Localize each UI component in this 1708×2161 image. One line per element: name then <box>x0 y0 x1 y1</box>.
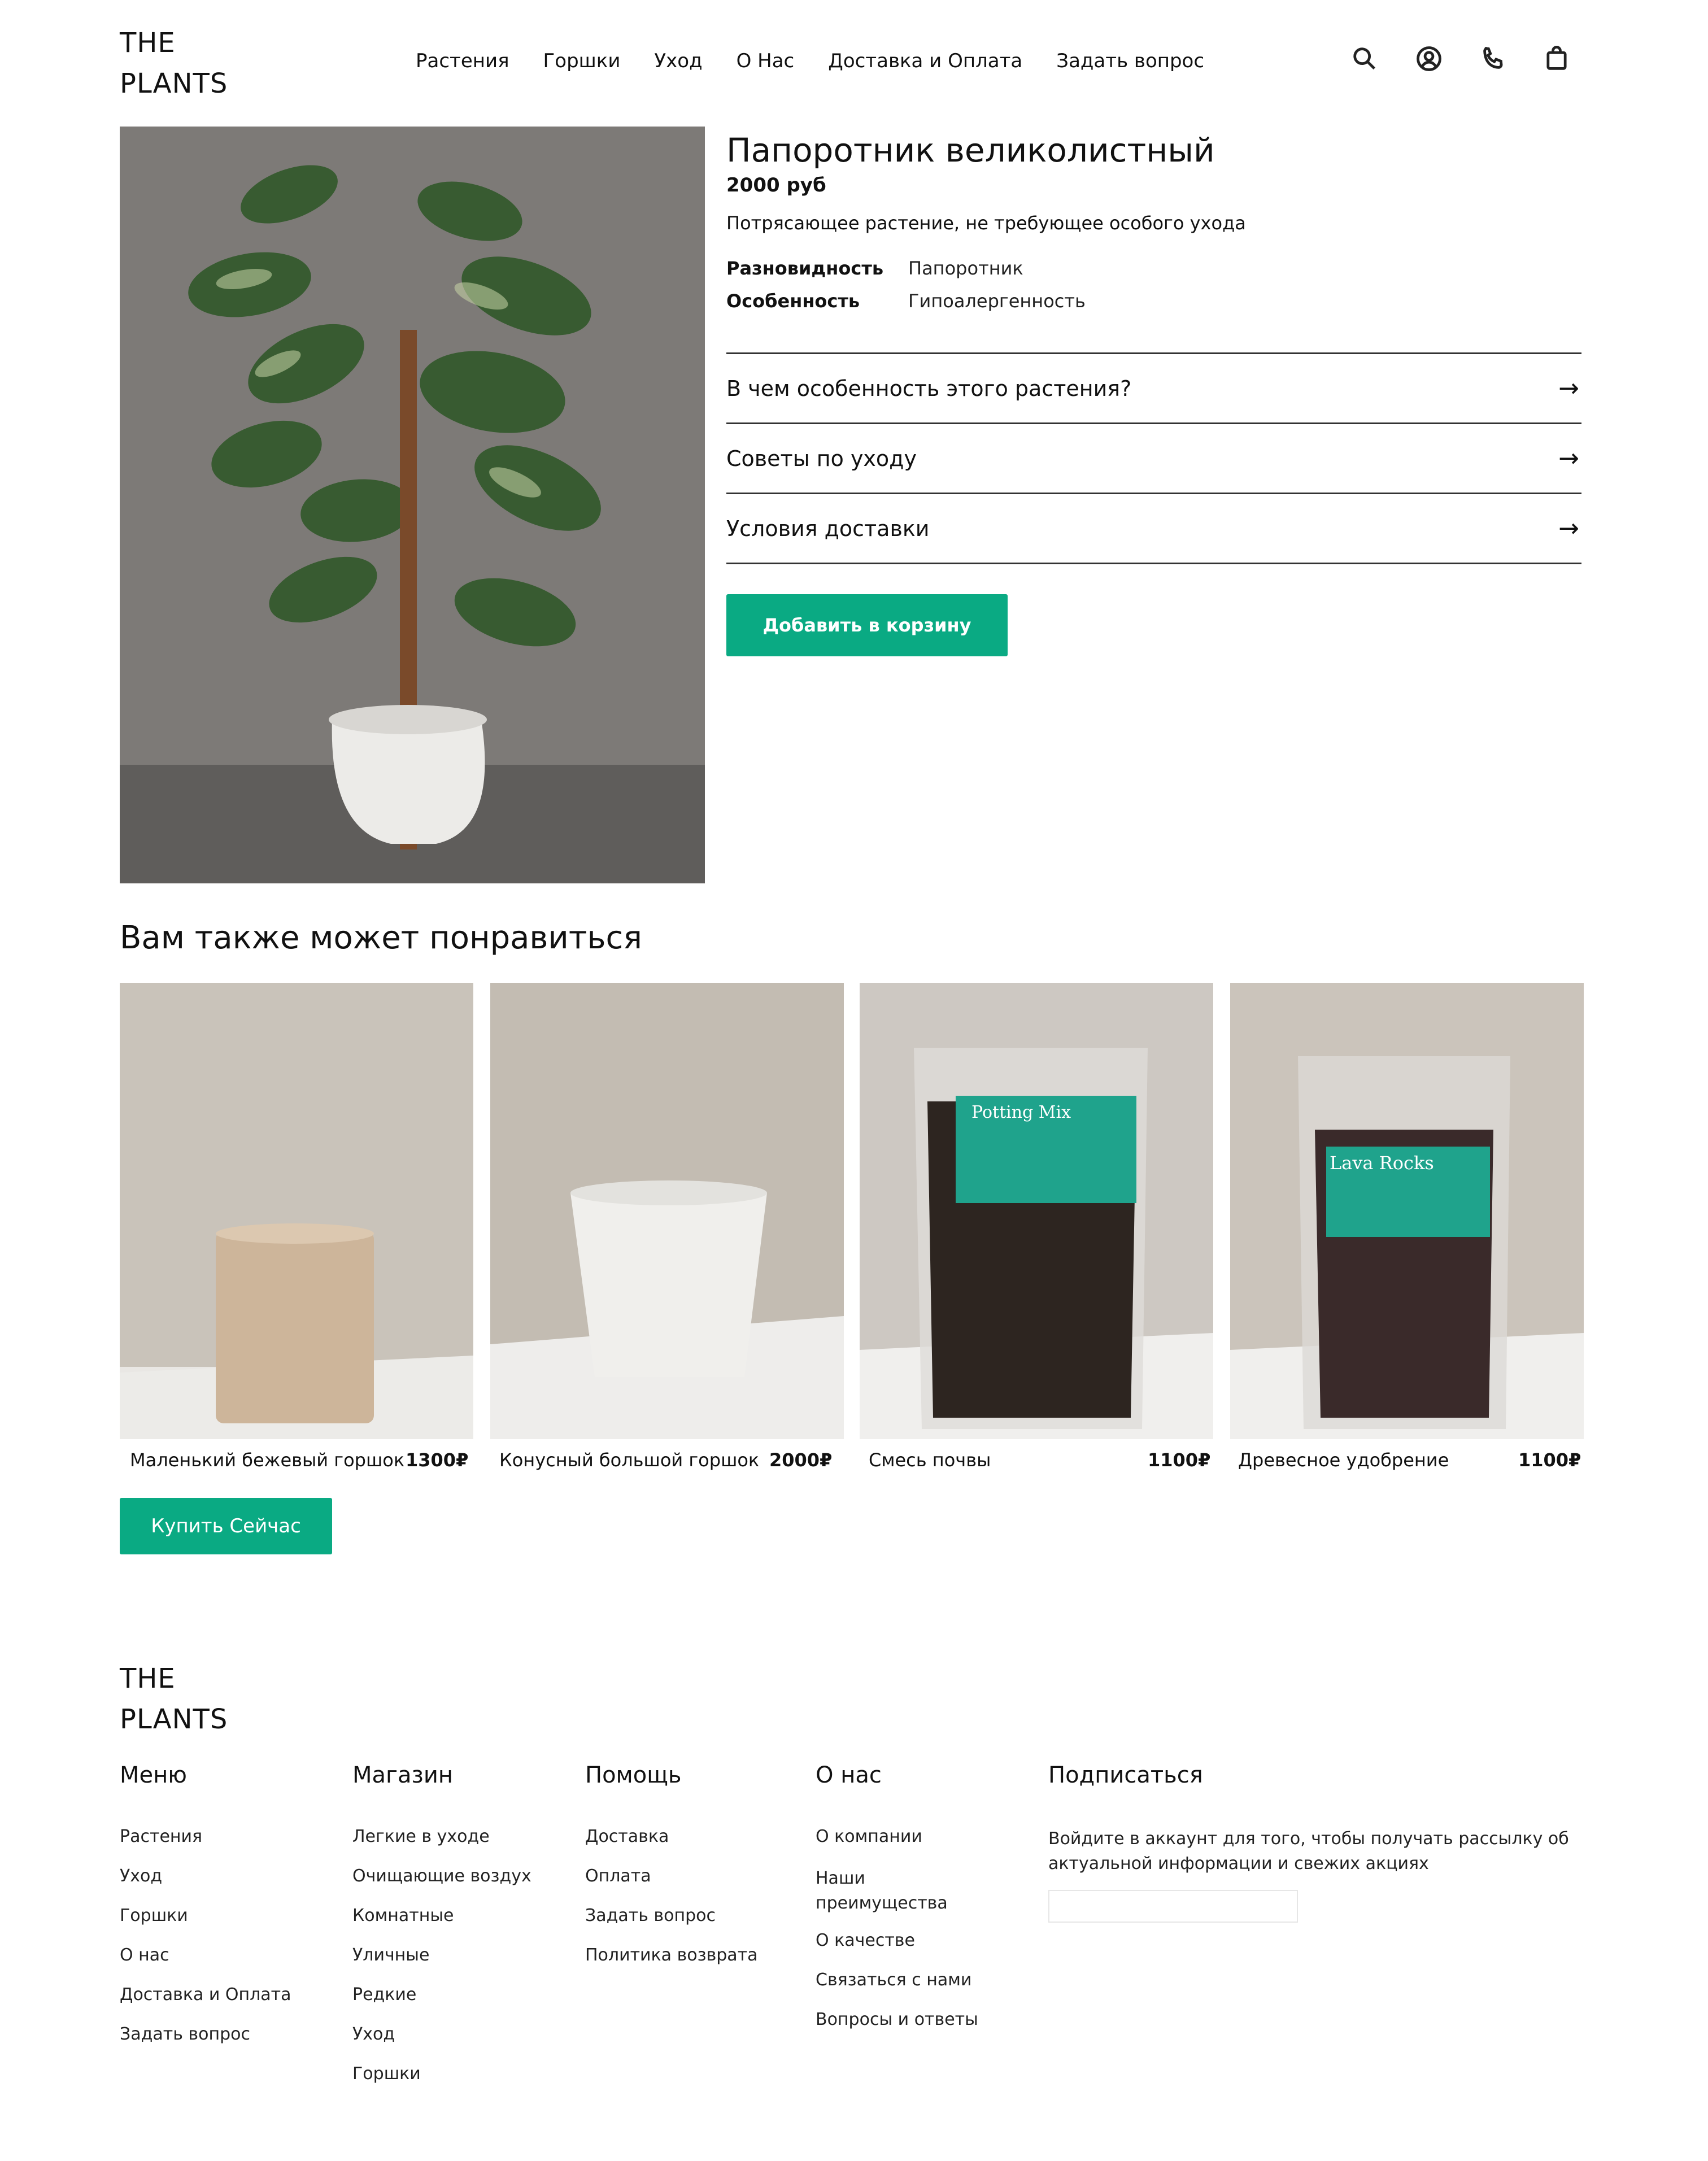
footer-link[interactable]: Доставка и Оплата <box>120 1985 291 2005</box>
footer-link[interactable]: Легкие в уходе <box>352 1827 490 1846</box>
logo-line-2: PLANTS <box>120 1703 228 1735</box>
main-nav: Растения Горшки Уход О Нас Доставка и Оп… <box>416 50 1238 72</box>
logo[interactable]: THE PLANTS <box>120 23 228 104</box>
arrow-right-icon: → <box>1558 374 1579 403</box>
user-icon[interactable] <box>1413 43 1445 75</box>
spec-value: Папоротник <box>908 258 1023 279</box>
product-card-image[interactable]: Potting Mix <box>860 983 1213 1439</box>
footer-link[interactable]: Политика возврата <box>585 1945 758 1965</box>
accordion-delivery[interactable]: Условия доставки → <box>726 493 1581 563</box>
footer-link[interactable]: Комнатные <box>352 1906 454 1925</box>
footer-link[interactable]: Уход <box>120 1866 162 1886</box>
footer-link[interactable]: Растения <box>120 1827 202 1846</box>
footer-link[interactable]: Вопросы и ответы <box>816 2010 978 2029</box>
bag-label: Potting Mix <box>971 1103 1071 1122</box>
search-icon[interactable] <box>1349 43 1380 75</box>
subscribe-text: Войдите в аккаунт для того, чтобы получа… <box>1048 1829 1569 1874</box>
footer-link[interactable]: Задать вопрос <box>120 2024 250 2044</box>
accordion-label: В чем особенность этого растения? <box>726 376 1132 401</box>
spec-key: Разновидность <box>726 258 884 279</box>
product-image <box>120 127 705 883</box>
nav-pots[interactable]: Горшки <box>543 50 621 72</box>
product-card-name[interactable]: Смесь почвы <box>869 1449 991 1471</box>
subscribe-email-input[interactable] <box>1048 1890 1298 1923</box>
nav-about[interactable]: О Нас <box>737 50 795 72</box>
footer-link[interactable]: О компании <box>816 1827 922 1846</box>
spec-value: Гипоалергенность <box>908 290 1086 312</box>
footer-link[interactable]: Горшки <box>120 1906 188 1925</box>
footer-link[interactable]: Горшки <box>352 2064 421 2084</box>
footer-link[interactable]: Очищающие воздух <box>352 1866 531 1886</box>
product-card-name[interactable]: Маленький бежевый горшок <box>130 1449 404 1471</box>
nav-ask[interactable]: Задать вопрос <box>1056 50 1204 72</box>
nav-care[interactable]: Уход <box>654 50 702 72</box>
product-card-image[interactable] <box>490 983 844 1439</box>
logo-line-2: PLANTS <box>120 68 228 99</box>
product-card-price: 1100₽ <box>1518 1449 1581 1471</box>
product-card-price: 1100₽ <box>1148 1449 1211 1471</box>
footer-link[interactable]: Уличные <box>352 1945 429 1965</box>
footer-heading-menu: Меню <box>120 1762 187 1788</box>
spec-feature: Особенность Гипоалергенность <box>726 290 1086 312</box>
spec-variety: Разновидность Папоротник <box>726 258 1023 279</box>
buy-now-button[interactable]: Купить Сейчас <box>120 1498 332 1554</box>
product-card-name[interactable]: Древесное удобрение <box>1238 1449 1449 1471</box>
accordion-divider <box>726 563 1581 564</box>
product-card-price: 1300₽ <box>406 1449 469 1471</box>
logo-line-1: THE <box>120 27 176 59</box>
footer-link[interactable]: Уход <box>352 2024 395 2044</box>
recommendations-title: Вам также может понравиться <box>120 920 642 956</box>
product-card-name[interactable]: Конусный большой горшок <box>499 1449 759 1471</box>
bag-label: Lava Rocks <box>1330 1152 1434 1174</box>
arrow-right-icon: → <box>1558 514 1579 543</box>
footer-link[interactable]: Связаться с нами <box>816 1970 971 1990</box>
footer-link[interactable]: Доставка <box>585 1827 669 1846</box>
add-to-cart-button[interactable]: Добавить в корзину <box>726 594 1008 656</box>
product-card-price: 2000₽ <box>769 1449 833 1471</box>
footer-heading-about: О нас <box>816 1762 882 1788</box>
nav-delivery[interactable]: Доставка и Оплата <box>828 50 1022 72</box>
accordion-care[interactable]: Советы по уходу → <box>726 422 1581 493</box>
spec-key: Особенность <box>726 290 860 312</box>
accordion-features[interactable]: В чем особенность этого растения? → <box>726 352 1581 422</box>
footer-heading-help: Помощь <box>585 1762 682 1788</box>
footer-link[interactable]: Задать вопрос <box>585 1906 716 1925</box>
footer-heading-shop: Магазин <box>352 1762 453 1788</box>
nav-plants[interactable]: Растения <box>416 50 509 72</box>
footer-link[interactable]: О качестве <box>816 1931 915 1950</box>
product-card-image[interactable] <box>120 983 473 1439</box>
footer-heading-subscribe: Подписаться <box>1048 1762 1203 1788</box>
footer-logo[interactable]: THE PLANTS <box>120 1658 228 1740</box>
product-card-image[interactable]: Lava Rocks <box>1230 983 1584 1439</box>
arrow-right-icon: → <box>1558 444 1579 473</box>
footer-link[interactable]: Наши преимущества <box>816 1866 962 1916</box>
footer-link[interactable]: Редкие <box>352 1985 416 2005</box>
product-title: Папоротник великолистный <box>726 131 1215 169</box>
footer-link[interactable]: Оплата <box>585 1866 651 1886</box>
shopping-bag-icon[interactable] <box>1541 43 1572 75</box>
accordion-label: Советы по уходу <box>726 446 917 471</box>
product-description: Потрясающее растение, не требующее особо… <box>726 212 1246 234</box>
footer-link[interactable]: О нас <box>120 1945 169 1965</box>
logo-line-1: THE <box>120 1663 176 1694</box>
phone-icon[interactable] <box>1478 43 1509 75</box>
product-price: 2000 руб <box>726 174 826 197</box>
accordion-label: Условия доставки <box>726 516 930 541</box>
